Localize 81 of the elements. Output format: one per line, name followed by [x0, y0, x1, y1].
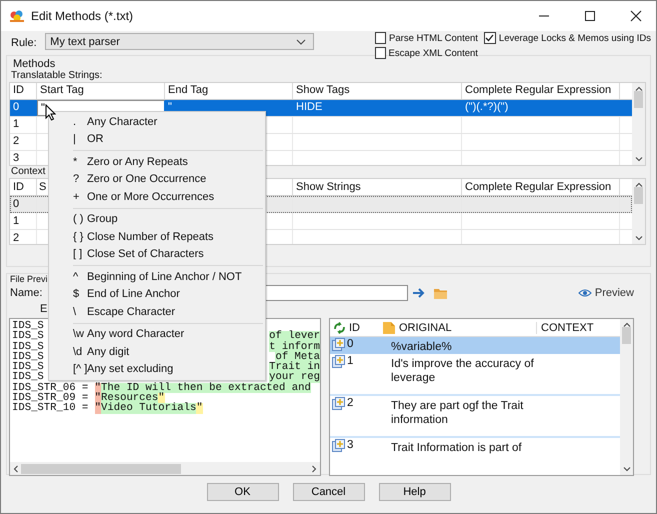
menu-item[interactable]: \ Escape Character [49, 303, 265, 320]
scroll-right-icon [312, 464, 317, 472]
menu-item[interactable]: [^ ]Any set excluding [49, 360, 265, 378]
option-checkbox[interactable]: Leverage Locks & Memos using IDs [484, 32, 651, 44]
document-icon [383, 322, 395, 334]
vertical-scrollbar[interactable] [632, 179, 645, 244]
chevron-down-icon [296, 38, 306, 44]
close-icon[interactable] [630, 10, 642, 22]
group-title: File Previ [9, 274, 48, 286]
scroll-thumb[interactable] [622, 327, 631, 344]
rule-dropdown[interactable]: My text parser [45, 33, 314, 50]
column-header[interactable]: Complete Regular Expression [462, 179, 620, 195]
menu-item[interactable]: { } Close Number of Repeats [49, 228, 265, 246]
vertical-scrollbar[interactable] [620, 319, 633, 475]
code-line: IDS_STR_10 = "Video Tutorials" [12, 403, 204, 414]
folder-icon [434, 288, 447, 298]
checkmark-icon [485, 34, 494, 42]
column-header[interactable]: End Tag [165, 83, 293, 99]
column-header[interactable]: Show Strings [293, 179, 462, 195]
column-header[interactable]: ORIGINAL [395, 322, 537, 334]
menu-item[interactable]: ( ) Group [49, 210, 265, 228]
table-cell: 1 [10, 117, 37, 133]
column-header[interactable]: ID [10, 179, 37, 195]
name-label: Name: [9, 287, 44, 299]
window-title: Edit Methods (*.txt) [31, 9, 134, 23]
eye-icon [578, 289, 592, 297]
scroll-up-icon [634, 182, 642, 187]
scroll-down-icon [634, 236, 642, 241]
menu-item[interactable]: \d Any digit [49, 343, 265, 360]
menu-item[interactable]: [ ] Close Set of Characters [49, 246, 265, 263]
scroll-thumb[interactable] [21, 464, 181, 474]
scroll-up-icon [634, 86, 642, 91]
table-cell: 2 [10, 230, 37, 244]
dialog-button[interactable]: Help [378, 483, 450, 501]
scroll-up-icon [622, 322, 630, 327]
table-cell: HIDE [293, 100, 462, 116]
column-header[interactable]: CONTEXT [537, 322, 594, 334]
table-cell: 3 [10, 151, 37, 165]
table-cell: 1 [10, 213, 37, 229]
cursor-icon [45, 104, 56, 121]
group-title: Methods [12, 58, 56, 70]
dialog-button[interactable]: OK [206, 483, 278, 501]
column-header[interactable]: Show Tags [293, 83, 462, 99]
scroll-down-icon [622, 467, 630, 472]
section-label: Context [10, 166, 46, 178]
app-logo-icon [9, 9, 25, 23]
table-cell: 2 [10, 134, 37, 150]
menu-item[interactable]: ? Zero or One Occurrence [49, 170, 265, 188]
scroll-left-icon [13, 464, 18, 472]
string-item-icon [332, 338, 345, 351]
rule-label: Rule: [10, 36, 38, 51]
column-header[interactable]: Complete Regular Expression [462, 83, 620, 99]
menu-item[interactable]: $ End of Line Anchor [49, 286, 265, 303]
code-line: IDS_STR_09 = "Resources" [12, 393, 165, 404]
section-label: Translatable Strings: [10, 70, 102, 82]
menu-item[interactable]: \w Any word Character [49, 326, 265, 343]
maximize-icon[interactable] [584, 10, 596, 22]
column-header[interactable]: ID [346, 322, 375, 334]
column-header[interactable]: Start Tag [37, 83, 165, 99]
preview-button[interactable]: Preview [578, 287, 634, 299]
table-cell: (")(.*?)(") [462, 100, 620, 116]
list-row[interactable]: 0 %variable% [330, 337, 620, 354]
string-item-icon [332, 397, 345, 410]
table-cell: 0 [10, 196, 37, 212]
string-item-icon [332, 355, 345, 368]
scroll-down-icon [634, 157, 642, 162]
string-item-icon [332, 439, 345, 452]
dialog-button[interactable]: Cancel [292, 483, 364, 501]
vertical-scrollbar[interactable] [632, 83, 645, 165]
column-header[interactable]: ID [10, 83, 37, 99]
scroll-thumb[interactable] [634, 187, 643, 204]
arrow-right-icon [413, 288, 425, 298]
option-checkbox[interactable]: Escape XML Content [374, 47, 478, 59]
option-checkbox[interactable]: Parse HTML Content [374, 32, 478, 44]
code-line: IDS_S [12, 321, 45, 332]
horizontal-scrollbar[interactable] [10, 462, 320, 475]
editor-label: E [39, 303, 48, 314]
code-line: IDS_STR_06 = "The ID will then be extracted and [12, 382, 312, 394]
menu-item[interactable]: ^ Beginning of Line Anchor / NOT [49, 268, 265, 286]
scroll-thumb[interactable] [634, 91, 643, 108]
refresh-icon [333, 322, 346, 334]
